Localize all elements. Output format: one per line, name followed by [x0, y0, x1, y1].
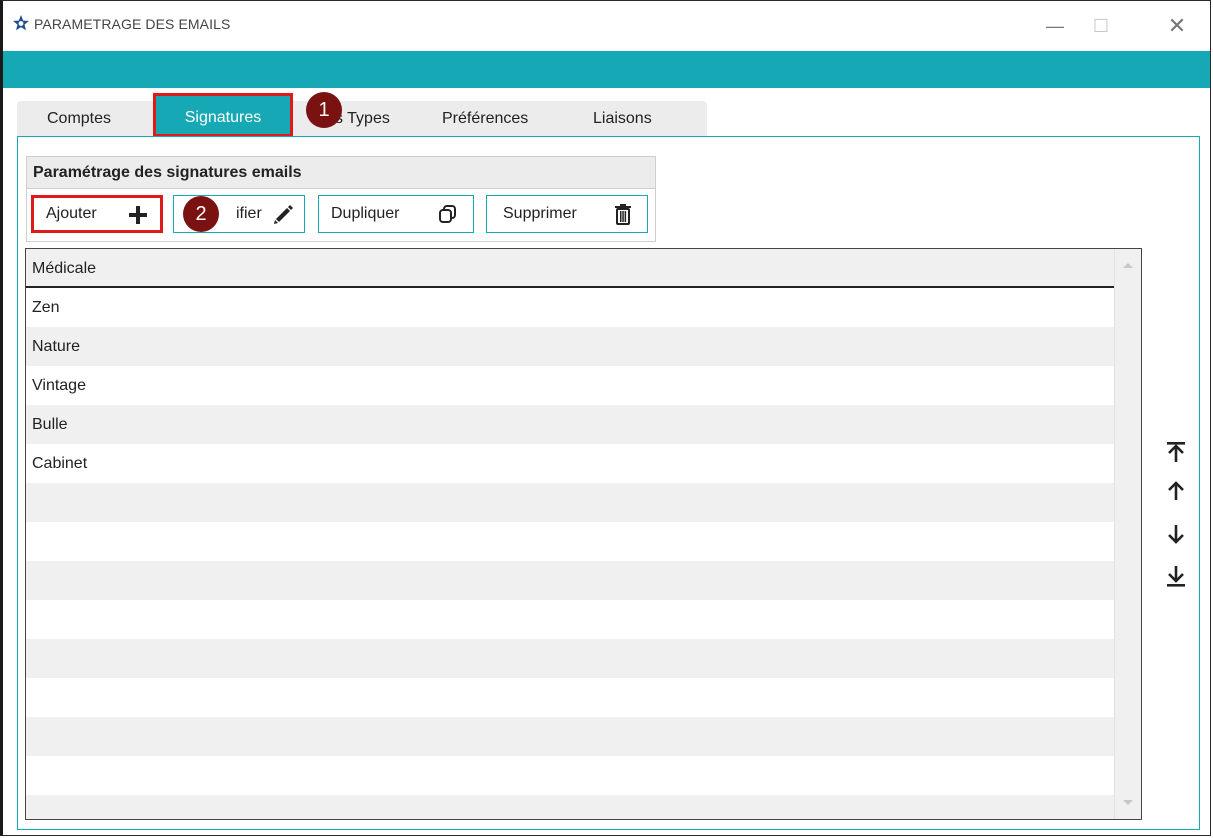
signatures-list[interactable]: Médicale Zen Nature Vintage Bulle Cabine… — [25, 248, 1142, 820]
tab-liaisons[interactable]: Liaisons — [593, 101, 652, 137]
empty-row — [26, 678, 1114, 717]
add-button[interactable]: Ajouter — [31, 195, 163, 233]
app-star-icon — [13, 15, 29, 31]
header-band — [3, 51, 1210, 88]
empty-row — [26, 795, 1114, 819]
empty-row — [26, 756, 1114, 795]
close-button[interactable]: ✕ — [1154, 9, 1200, 43]
move-to-top-icon[interactable] — [1162, 438, 1190, 466]
move-down-icon[interactable] — [1162, 521, 1190, 549]
duplicate-button-label: Dupliquer — [331, 205, 400, 222]
edit-button-label: ifier — [236, 205, 262, 222]
empty-row — [26, 561, 1114, 600]
empty-row — [26, 600, 1114, 639]
delete-button-label: Supprimer — [503, 205, 577, 222]
step-badge-1: 1 — [306, 92, 342, 128]
pencil-icon — [274, 205, 293, 224]
list-item[interactable]: Cabinet — [26, 444, 1114, 483]
list-item[interactable]: Bulle — [26, 405, 1114, 444]
empty-row — [26, 639, 1114, 678]
tab-bar: Comptes Signatures s Types Préférences L… — [17, 93, 707, 137]
duplicate-button[interactable]: Dupliquer — [318, 195, 474, 233]
tab-comptes[interactable]: Comptes — [47, 101, 111, 137]
scroll-down-arrow[interactable] — [1123, 800, 1133, 805]
list-item[interactable]: Médicale — [26, 249, 1114, 288]
move-to-bottom-icon[interactable] — [1162, 562, 1190, 590]
delete-button[interactable]: Supprimer — [486, 195, 648, 233]
add-button-label: Ajouter — [46, 205, 97, 222]
empty-row — [26, 483, 1114, 522]
empty-row — [26, 717, 1114, 756]
vertical-scrollbar[interactable] — [1114, 249, 1141, 819]
window-title: PARAMETRAGE DES EMAILS — [34, 16, 231, 32]
title-bar: PARAMETRAGE DES EMAILS — ☐ ✕ — [3, 1, 1210, 51]
list-item[interactable]: Zen — [26, 288, 1114, 327]
minimize-button[interactable]: — — [1032, 9, 1078, 43]
list-item[interactable]: Nature — [26, 327, 1114, 366]
move-up-icon[interactable] — [1162, 477, 1190, 505]
trash-icon — [615, 204, 631, 225]
step-badge-2: 2 — [183, 196, 219, 232]
scroll-up-arrow[interactable] — [1123, 263, 1133, 268]
copy-icon — [439, 205, 456, 223]
plus-icon — [129, 206, 147, 224]
tab-emails-types-label: s Types — [335, 110, 390, 127]
tab-signatures[interactable]: Signatures — [153, 93, 293, 137]
list-item[interactable]: Vintage — [26, 366, 1114, 405]
group-title: Paramétrage des signatures emails — [27, 157, 655, 189]
tab-preferences[interactable]: Préférences — [442, 101, 528, 137]
maximize-button[interactable]: ☐ — [1078, 9, 1124, 43]
empty-row — [26, 522, 1114, 561]
